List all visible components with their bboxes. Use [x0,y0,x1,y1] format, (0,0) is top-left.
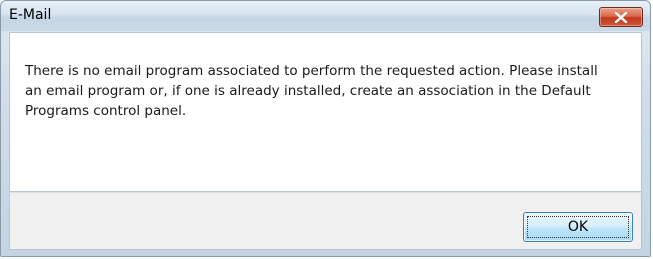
dialog-window: E-Mail There is no email program associa… [0,0,651,257]
dialog-title: E-Mail [9,7,52,23]
button-bar: OK [9,192,642,250]
ok-button[interactable]: OK [523,212,633,242]
ok-button-label: OK [567,219,589,235]
title-bar[interactable]: E-Mail [1,1,650,31]
message-text: There is no email program associated to … [25,63,598,119]
close-button[interactable] [599,7,643,27]
close-icon [614,11,628,23]
